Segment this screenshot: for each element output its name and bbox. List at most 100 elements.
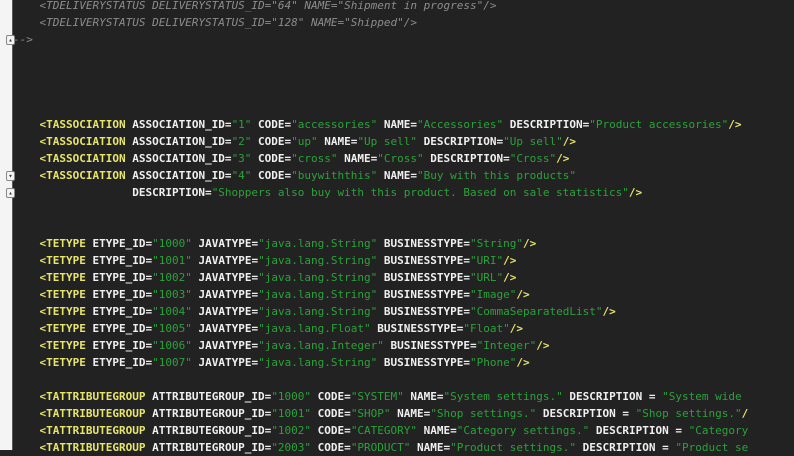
xml-attribute-token: NAME=	[417, 424, 457, 437]
xml-value-token: "1"	[231, 118, 252, 131]
xml-value-token: "Up sell"	[357, 135, 418, 148]
xml-value-token: "Float"	[463, 322, 510, 335]
code-line[interactable]: <TETYPE ETYPE_ID="1002" JAVATYPE="java.l…	[13, 269, 517, 286]
xml-attribute-token: CODE=	[311, 424, 351, 437]
xml-value-token: "java.lang.String"	[258, 356, 378, 369]
code-line[interactable]: <TASSOCIATION ASSOCIATION_ID="2" CODE="u…	[13, 133, 577, 150]
xml-attribute-token: DESCRIPTION =	[562, 390, 663, 403]
code-line[interactable]: <TETYPE ETYPE_ID="1005" JAVATYPE="java.l…	[13, 320, 524, 337]
code-line[interactable]: <TETYPE ETYPE_ID="1006" JAVATYPE="java.l…	[13, 337, 550, 354]
code-line[interactable]: <TATTRIBUTEGROUP ATTRIBUTEGROUP_ID="1002…	[13, 422, 749, 439]
xml-tag-token: />	[503, 271, 517, 284]
code-line[interactable]: DESCRIPTION="Shoppers also buy with this…	[13, 184, 642, 201]
xml-value-token: "Image"	[470, 288, 517, 301]
xml-value-token: "System wide	[662, 390, 742, 403]
xml-value-token: "1002"	[152, 271, 192, 284]
code-line[interactable]: <TATTRIBUTEGROUP ATTRIBUTEGROUP_ID="1000…	[13, 388, 742, 405]
xml-attribute-token: BUSINESSTYPE=	[370, 322, 464, 335]
xml-attribute-token: ASSOCIATION_ID=	[125, 118, 232, 131]
xml-tag-token: />	[628, 186, 643, 199]
xml-tag-token: />	[516, 356, 530, 369]
code-line[interactable]: <TDELIVERYSTATUS DELIVERYSTATUS_ID="64" …	[13, 0, 496, 14]
code-line[interactable]: <TDELIVERYSTATUS DELIVERYSTATUS_ID="128"…	[13, 14, 417, 31]
code-line[interactable]: <TATTRIBUTEGROUP ATTRIBUTEGROUP_ID="1001…	[13, 405, 749, 422]
xml-tag-token: />	[602, 305, 616, 318]
xml-value-token: "1007"	[152, 356, 192, 369]
xml-attribute-token: ETYPE_ID=	[85, 305, 153, 318]
code-line[interactable]: <TASSOCIATION ASSOCIATION_ID="3" CODE="c…	[13, 150, 570, 167]
xml-attribute-token: ASSOCIATION_ID=	[125, 135, 232, 148]
xml-value-token: "1001"	[152, 254, 192, 267]
xml-value-token: "Integer"	[476, 339, 537, 352]
xml-attribute-token: CODE=	[251, 152, 292, 165]
code-line[interactable]: -->	[13, 31, 33, 48]
code-line[interactable]: <TETYPE ETYPE_ID="1003" JAVATYPE="java.l…	[13, 286, 530, 303]
code-line[interactable]: <TATTRIBUTEGROUP ATTRIBUTEGROUP_ID="2003…	[13, 439, 749, 456]
xml-attribute-token: JAVATYPE=	[191, 322, 259, 335]
xml-attribute-token: JAVATYPE=	[191, 339, 259, 352]
xml-attribute-token: JAVATYPE=	[191, 237, 259, 250]
xml-attribute-token: CODE=	[311, 441, 351, 454]
code-line[interactable]: <TASSOCIATION ASSOCIATION_ID="1" CODE="a…	[13, 116, 742, 133]
xml-tag-token: <TETYPE	[39, 322, 86, 335]
xml-value-token: "java.lang.String"	[258, 288, 378, 301]
xml-value-token: "1002"	[271, 424, 312, 437]
xml-attribute-token: CODE=	[251, 118, 292, 131]
xml-tag-token: <TASSOCIATION	[39, 135, 126, 148]
xml-attribute-token: BUSINESSTYPE=	[377, 254, 471, 267]
fold-start-icon[interactable]: ▾	[6, 171, 15, 181]
xml-value-token: "4"	[231, 169, 252, 182]
xml-value-token: "buywiththis"	[291, 169, 378, 182]
xml-attribute-token: NAME=	[337, 152, 378, 165]
xml-attribute-token: JAVATYPE=	[191, 288, 259, 301]
xml-tag-token: <TATTRIBUTEGROUP	[39, 441, 146, 454]
code-line[interactable]: <TETYPE ETYPE_ID="1004" JAVATYPE="java.l…	[13, 303, 616, 320]
xml-value-token: "1000"	[271, 390, 312, 403]
code-line[interactable]: <TETYPE ETYPE_ID="1001" JAVATYPE="java.l…	[13, 252, 517, 269]
xml-tag-token: />	[562, 135, 576, 148]
xml-attribute-token: ATTRIBUTEGROUP_ID=	[145, 441, 272, 454]
code-line[interactable]: <TETYPE ETYPE_ID="1000" JAVATYPE="java.l…	[13, 235, 537, 252]
xml-tag-token: />	[516, 288, 530, 301]
xml-value-token: "1001"	[271, 407, 312, 420]
xml-value-token: "Category settings."	[456, 424, 590, 437]
xml-attribute-token: DESCRIPTION=	[503, 118, 590, 131]
code-line[interactable]: <TASSOCIATION ASSOCIATION_ID="4" CODE="b…	[13, 167, 576, 184]
xml-value-token: "Buy with this products"	[417, 169, 576, 182]
xml-value-token: "Shop settings."	[430, 407, 537, 420]
xml-tag-token: />	[523, 237, 537, 250]
xml-attribute-token: ETYPE_ID=	[85, 237, 153, 250]
xml-value-token: "URI"	[470, 254, 504, 267]
xml-value-token: "Product se	[675, 441, 749, 454]
xml-attribute-token: ETYPE_ID=	[85, 322, 153, 335]
xml-tag-token: />	[509, 322, 523, 335]
fold-end-icon[interactable]: ▴	[6, 35, 15, 45]
fold-end-icon[interactable]: ▴	[6, 188, 15, 198]
xml-value-token: "accessories"	[291, 118, 378, 131]
code-editor[interactable]: <TDELIVERYSTATUS DELIVERYSTATUS_ID="64" …	[0, 0, 794, 454]
xml-attribute-token: NAME=	[377, 118, 418, 131]
xml-attribute-token: NAME=	[377, 169, 418, 182]
xml-value-token: "3"	[231, 152, 252, 165]
xml-value-token: "Cross"	[377, 152, 424, 165]
xml-comment-token: <TDELIVERYSTATUS DELIVERYSTATUS_ID="64" …	[13, 0, 497, 12]
xml-attribute-token: ASSOCIATION_ID=	[125, 169, 232, 182]
xml-value-token: "URL"	[470, 271, 504, 284]
xml-attribute-token: ETYPE_ID=	[85, 356, 153, 369]
xml-tag-token: />	[536, 339, 550, 352]
xml-value-token: "SYSTEM"	[350, 390, 404, 403]
xml-attribute-token: ETYPE_ID=	[85, 271, 153, 284]
xml-tag-token: <TETYPE	[39, 305, 86, 318]
xml-attribute-token: JAVATYPE=	[191, 254, 259, 267]
xml-attribute-token: CODE=	[251, 169, 292, 182]
xml-attribute-token: NAME=	[390, 407, 431, 420]
xml-value-token: "java.lang.String"	[258, 254, 378, 267]
code-line[interactable]: <TETYPE ETYPE_ID="1007" JAVATYPE="java.l…	[13, 354, 530, 371]
xml-attribute-token: ATTRIBUTEGROUP_ID=	[145, 407, 272, 420]
